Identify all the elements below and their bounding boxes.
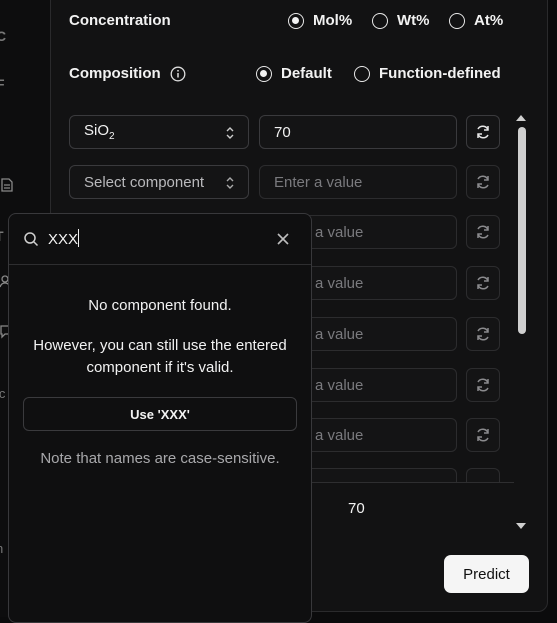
value-input[interactable]: 70 — [259, 115, 457, 149]
refresh-icon — [477, 225, 489, 239]
text-caret — [78, 229, 79, 247]
refresh-button[interactable] — [466, 368, 500, 402]
radio-mol-percent[interactable]: Mol% — [288, 12, 352, 29]
radio-default[interactable]: Default — [256, 65, 332, 82]
hint-line-1: However, you can still use the entered — [33, 337, 287, 354]
component-select[interactable]: Select component — [69, 165, 249, 199]
refresh-icon — [477, 327, 489, 341]
refresh-button[interactable] — [466, 317, 500, 351]
value-placeholder: a value — [315, 274, 364, 292]
refresh-button[interactable] — [466, 418, 500, 452]
refresh-icon — [477, 175, 489, 189]
value-placeholder: a value — [315, 325, 364, 343]
refresh-button[interactable] — [466, 266, 500, 300]
predict-button[interactable]: Predict — [444, 555, 529, 593]
component-placeholder: Select component — [84, 173, 205, 191]
use-entered-component-button[interactable]: Use 'XXX' — [23, 397, 297, 431]
sidebar-fragment: T — [0, 228, 4, 244]
component-name: SiO2 — [84, 122, 115, 142]
value-placeholder: a value — [315, 376, 364, 394]
component-search-popover: No component found. However, you can sti… — [8, 213, 312, 623]
radio-unchecked-icon — [449, 12, 465, 29]
search-bar — [9, 214, 311, 265]
total-value: 70 — [348, 500, 365, 517]
radio-label: Wt% — [397, 12, 430, 29]
info-icon[interactable] — [170, 66, 186, 82]
refresh-button[interactable] — [466, 468, 500, 482]
radio-checked-icon — [288, 12, 304, 29]
value-input[interactable]: Enter a value — [259, 165, 457, 199]
sidebar-fragment: C — [0, 28, 7, 44]
sidebar-fragment: n — [0, 541, 3, 556]
radio-unchecked-icon — [372, 12, 388, 29]
radio-function-defined[interactable]: Function-defined — [354, 65, 501, 82]
value-text: 70 — [274, 123, 291, 141]
search-icon — [23, 231, 39, 247]
component-search-input[interactable] — [48, 227, 268, 251]
scrollbar-thumb[interactable] — [518, 127, 526, 334]
composition-label: Composition — [69, 65, 161, 82]
concentration-label: Concentration — [69, 12, 171, 29]
document-icon[interactable] — [0, 178, 14, 192]
refresh-button[interactable] — [466, 165, 500, 199]
refresh-button[interactable] — [466, 215, 500, 249]
value-placeholder: Enter a value — [274, 173, 363, 191]
refresh-icon — [477, 276, 489, 290]
value-placeholder: a value — [315, 426, 364, 444]
no-result-message: No component found. — [88, 297, 232, 314]
radio-wt-percent[interactable]: Wt% — [372, 12, 430, 29]
component-select[interactable]: SiO2 — [69, 115, 249, 149]
chevron-up-down-icon — [226, 127, 234, 139]
close-icon[interactable] — [276, 232, 290, 246]
scroll-up-arrow-icon[interactable] — [516, 115, 526, 121]
refresh-icon — [477, 125, 489, 139]
radio-checked-icon — [256, 65, 272, 82]
total-divider — [312, 482, 514, 483]
sidebar-fragment: F — [0, 76, 5, 92]
radio-label: Default — [281, 65, 332, 82]
scroll-down-arrow-icon[interactable] — [516, 523, 526, 529]
radio-at-percent[interactable]: At% — [449, 12, 503, 29]
hint-line-2: component if it's valid. — [86, 359, 234, 376]
refresh-icon — [477, 428, 489, 442]
chevron-up-down-icon — [226, 177, 234, 189]
value-placeholder: a value — [315, 223, 364, 241]
refresh-icon — [477, 378, 489, 392]
radio-label: At% — [474, 12, 504, 29]
radio-label: Mol% — [313, 12, 353, 29]
refresh-button[interactable] — [466, 115, 500, 149]
radio-unchecked-icon — [354, 65, 370, 82]
case-sensitive-note: Note that names are case-sensitive. — [40, 450, 280, 467]
sidebar-fragment: ic — [0, 386, 6, 401]
radio-label: Function-defined — [379, 65, 501, 82]
